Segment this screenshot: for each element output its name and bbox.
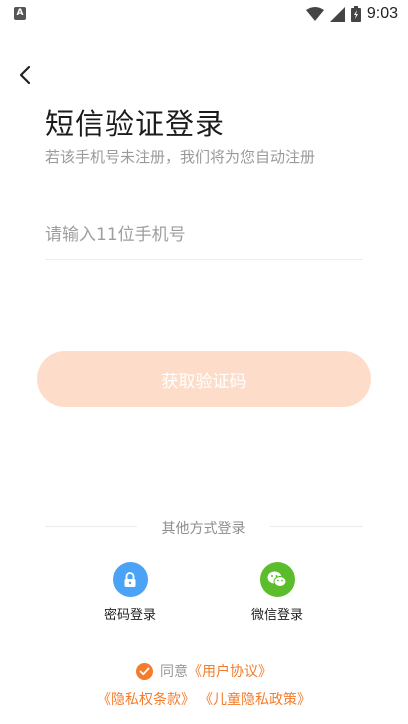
password-login-circle [112,562,148,597]
password-login-button[interactable]: 密码登录 [85,562,175,623]
checkmark-icon [139,667,150,675]
agree-checkbox[interactable] [136,662,153,680]
get-verification-code-button[interactable]: 获取验证码 [37,351,371,407]
chevron-left-icon [19,65,31,85]
battery-icon [350,6,361,22]
wechat-icon [267,571,287,587]
back-button[interactable] [12,62,38,88]
child-privacy-link[interactable]: 《儿童隐私政策》 [199,689,311,709]
divider-right [270,526,363,527]
password-login-label: 密码登录 [103,608,156,623]
status-bar: A 9:03 [0,0,408,28]
page-subtitle: 若该手机号未注册，我们将为您自动注册 [45,148,316,166]
user-agreement-link[interactable]: 《用户协议》 [188,661,272,681]
wechat-login-button[interactable]: 微信登录 [232,562,322,623]
agreement-row: 同意 《用户协议》 [0,661,408,681]
lock-icon [124,571,136,587]
wifi-icon [305,7,324,21]
agree-text: 同意 [160,664,188,680]
wechat-login-label: 微信登录 [250,608,303,623]
divider-left [45,526,137,527]
status-time: 9:03 [366,5,398,22]
other-methods-label: 其他方式登录 [161,521,246,537]
phone-number-input[interactable] [45,210,363,260]
page-title: 短信验证登录 [45,107,226,141]
notification-icon: A [14,7,26,20]
status-right: 9:03 [305,4,398,24]
privacy-terms-link[interactable]: 《隐私权条款》 [97,689,195,709]
wechat-login-circle [259,562,295,597]
signal-icon [329,6,345,22]
policy-row: 《隐私权条款》 《儿童隐私政策》 [0,689,408,709]
